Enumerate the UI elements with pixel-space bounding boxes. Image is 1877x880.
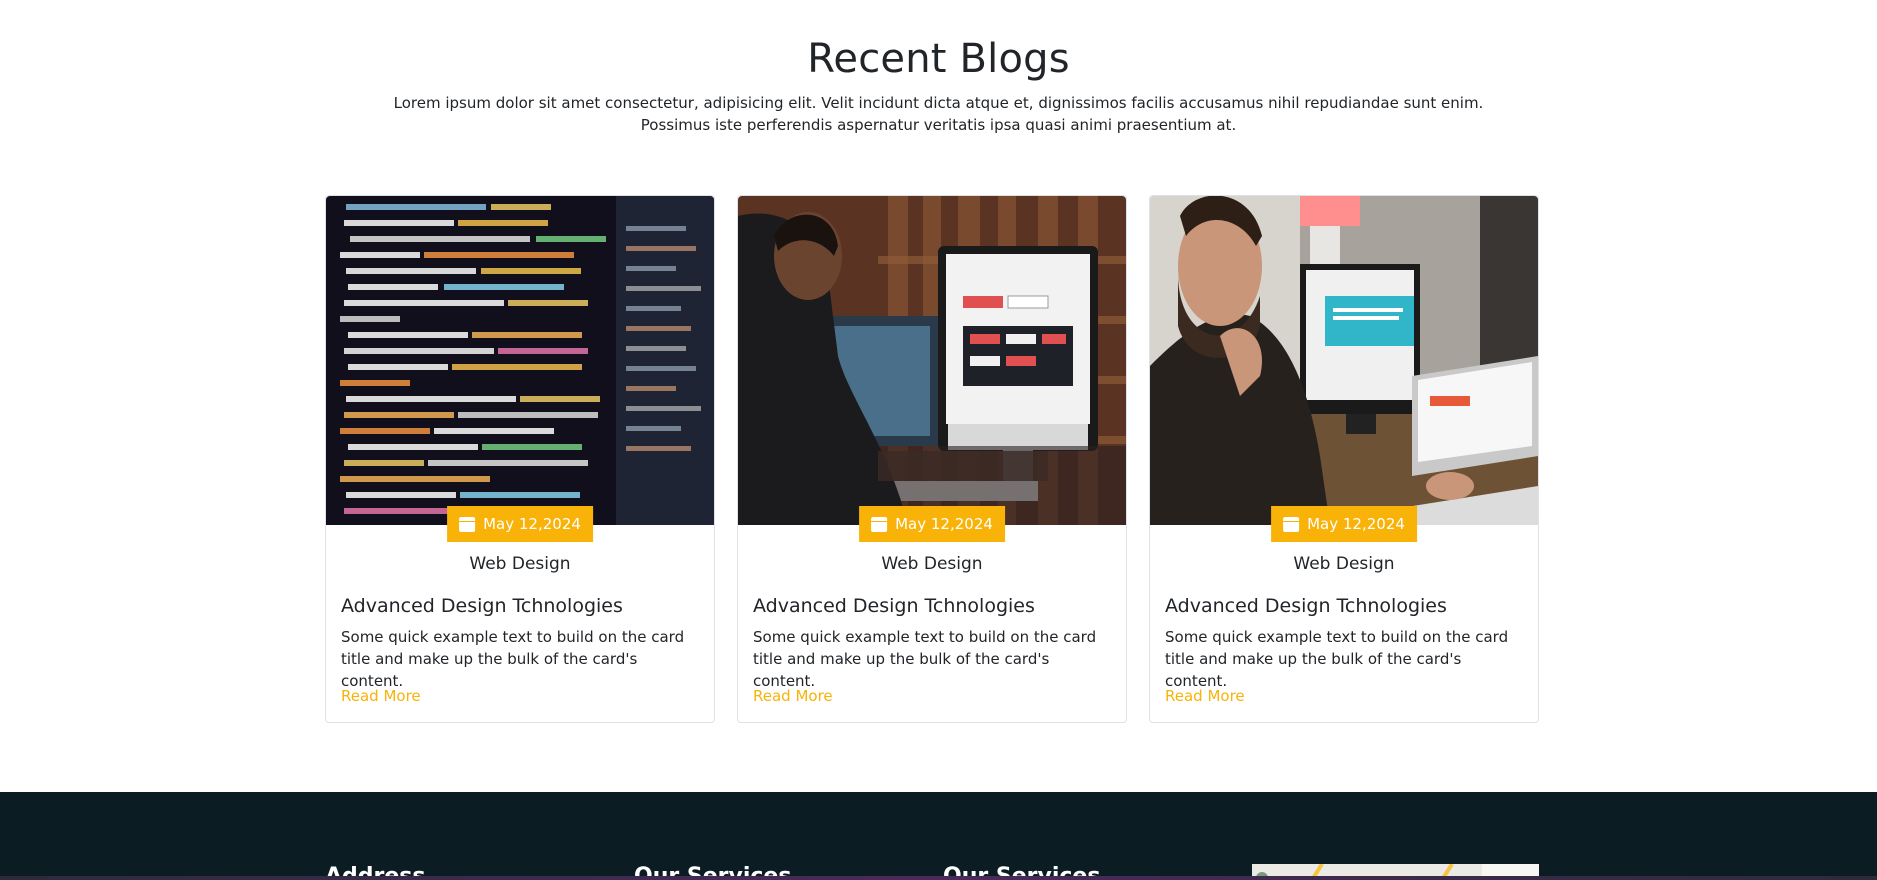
card-title: Advanced Design Tchnologies [341,595,623,617]
blog-card: May 12,2024 Web Design Advanced Design T… [325,195,715,723]
designer-at-imac-photo [738,196,1126,525]
code-screen-photo [326,196,714,525]
card-category: Web Design [881,554,983,574]
date-label: May 12,2024 [895,515,993,533]
blog-card-image [326,196,714,525]
man-at-laptop-photo [1150,196,1538,525]
calendar-icon [871,516,888,532]
read-more-link[interactable]: Read More [341,687,421,705]
footer-divider [0,876,1877,880]
read-more-link[interactable]: Read More [1165,687,1245,705]
date-label: May 12,2024 [1307,515,1405,533]
card-text: Some quick example text to build on the … [753,628,1097,690]
recent-blogs-section: Recent Blogs Lorem ipsum dolor sit amet … [0,0,1877,792]
read-more-link[interactable]: Read More [753,687,833,705]
date-badge: May 12,2024 [447,506,593,542]
calendar-icon [459,516,476,532]
date-badge: May 12,2024 [1271,506,1417,542]
blog-card: May 12,2024 Web Design Advanced Design T… [737,195,1127,723]
section-intro: Lorem ipsum dolor sit amet consectetur, … [393,94,1484,134]
site-footer: Address Our Services Our Services [0,792,1877,880]
blog-card-image [738,196,1126,525]
date-badge: May 12,2024 [859,506,1005,542]
blog-card: May 12,2024 Web Design Advanced Design T… [1149,195,1539,723]
section-title: Recent Blogs [807,36,1070,82]
calendar-icon [1283,516,1300,532]
card-text: Some quick example text to build on the … [1165,628,1509,690]
card-text: Some quick example text to build on the … [341,628,685,690]
date-label: May 12,2024 [483,515,581,533]
blog-card-image [1150,196,1538,525]
card-category: Web Design [1293,554,1395,574]
card-category: Web Design [469,554,571,574]
card-title: Advanced Design Tchnologies [1165,595,1447,617]
card-title: Advanced Design Tchnologies [753,595,1035,617]
